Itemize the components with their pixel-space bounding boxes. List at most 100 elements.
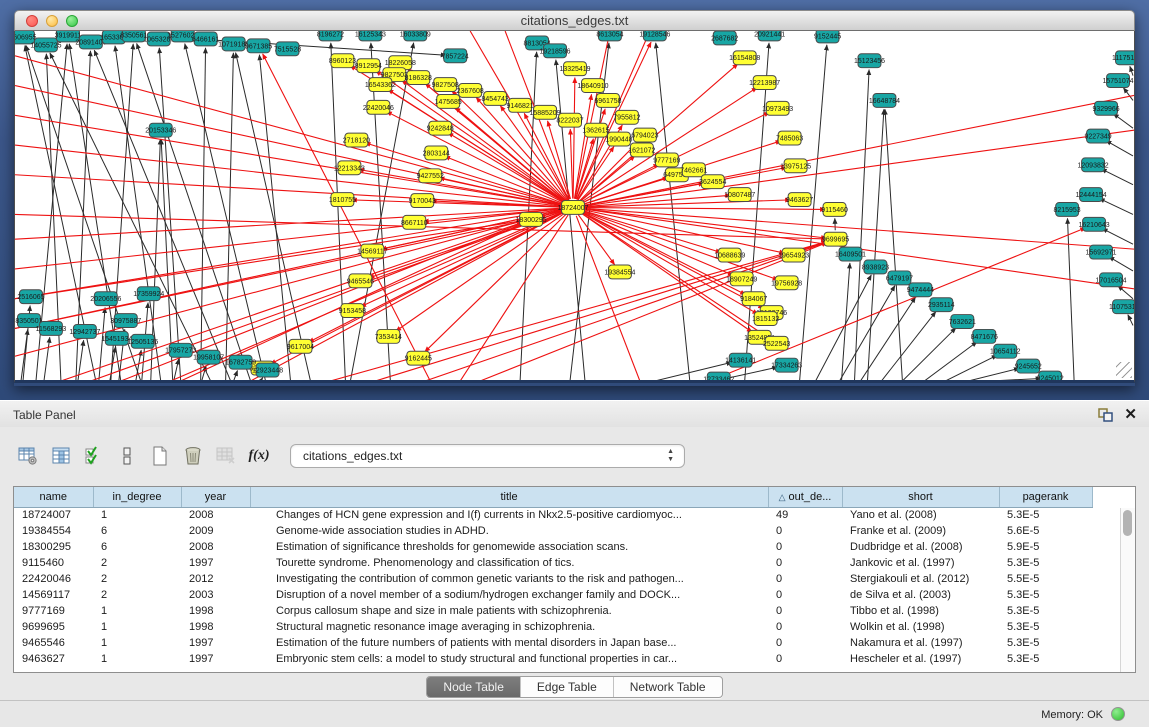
graph-node[interactable]: 6794023 [631, 128, 658, 142]
graph-node[interactable]: 2718120 [343, 133, 370, 147]
column-header-in_degree[interactable]: in_degree [93, 487, 181, 507]
graph-node[interactable]: 7955812 [613, 110, 640, 124]
citation-edge-black[interactable] [1106, 141, 1133, 156]
citation-edge-black[interactable] [201, 48, 206, 380]
citation-edge-black[interactable] [867, 109, 883, 380]
table-row[interactable]: 946362711997Embryonic stem cells: a mode… [14, 651, 1092, 667]
graph-node[interactable]: 14569117 [357, 244, 388, 258]
graph-node[interactable]: 8938923 [862, 260, 889, 274]
citation-edge-red[interactable] [582, 95, 1134, 205]
graph-node[interactable]: 10807487 [724, 188, 755, 202]
graph-node[interactable]: 10654112 [990, 344, 1021, 358]
graph-node[interactable]: 9245012 [1037, 371, 1064, 380]
graph-node[interactable]: 9463627 [786, 193, 813, 207]
graph-node[interactable]: 9617004 [287, 339, 314, 353]
table-row[interactable]: 1456911722003Disruption of a novel membe… [14, 587, 1092, 603]
graph-node[interactable]: 11075311 [1109, 300, 1134, 314]
citation-edge-red[interactable] [582, 208, 826, 210]
graph-node[interactable]: 7353414 [375, 329, 402, 343]
citation-edge-red[interactable] [582, 130, 1134, 206]
graph-node[interactable]: 16154808 [729, 51, 760, 65]
graph-node[interactable]: 3624554 [699, 175, 726, 189]
citation-edge-black[interactable] [185, 44, 266, 380]
citation-edge-red[interactable] [15, 208, 564, 239]
table-selector-dropdown[interactable]: citations_edges.txt ▲▼ [290, 444, 685, 468]
graph-node[interactable]: 13975125 [780, 159, 811, 173]
graph-node[interactable]: 8912954 [355, 59, 382, 73]
graph-node[interactable]: 7857224 [442, 49, 469, 63]
graph-node[interactable]: 19384554 [604, 265, 635, 279]
graph-node[interactable]: 6479197 [886, 271, 913, 285]
table-row[interactable]: 911546021997Tourette syndrome. Phenomeno… [14, 555, 1092, 571]
citation-edge-black[interactable] [174, 359, 179, 380]
graph-node[interactable]: 19958107 [193, 350, 224, 364]
citation-edge-black[interactable] [656, 43, 690, 380]
graph-node[interactable]: 15751074 [1103, 74, 1134, 88]
graph-node[interactable]: 8196272 [317, 31, 344, 41]
citation-edge-black[interactable] [902, 328, 956, 380]
graph-node[interactable]: 1990448 [605, 132, 632, 146]
graph-node[interactable]: 10688639 [714, 248, 745, 262]
delete-table-icon[interactable] [212, 442, 240, 470]
graph-node[interactable]: 16409501 [835, 247, 866, 261]
citation-edge-black[interactable] [1102, 228, 1133, 244]
graph-node[interactable]: 19218596 [540, 44, 571, 58]
graph-node[interactable]: 8613054 [596, 31, 623, 41]
graph-node[interactable]: 2687682 [711, 31, 738, 45]
show-columns-icon[interactable] [47, 442, 75, 470]
graph-node[interactable]: 17359924 [133, 287, 164, 301]
graph-node[interactable]: 2367608 [457, 84, 484, 98]
column-header-name[interactable]: name [14, 487, 93, 507]
graph-node[interactable]: 19654923 [778, 248, 809, 262]
graph-node[interactable]: 8222037 [556, 113, 583, 127]
graph-node[interactable]: 16210643 [1079, 217, 1110, 231]
graph-node[interactable]: 12444154 [1076, 188, 1107, 202]
table-row[interactable]: 1830029562008Estimation of significance … [14, 539, 1092, 555]
graph-node[interactable]: 9245652 [1015, 359, 1042, 373]
close-panel-icon[interactable]: ✕ [1124, 405, 1137, 423]
column-header-title[interactable]: title [250, 487, 768, 507]
graph-node[interactable]: 15692971 [1086, 245, 1117, 259]
table-row[interactable]: 1872400712008Changes of HCN gene express… [14, 507, 1092, 523]
tab-node-table[interactable]: Node Table [427, 677, 521, 697]
graph-node[interactable]: 9465546 [347, 274, 374, 288]
graph-node[interactable]: 11568293 [36, 322, 67, 336]
citation-edge-red[interactable] [582, 208, 1134, 249]
graph-node[interactable]: 15123456 [854, 54, 885, 68]
column-header-pagerank[interactable]: pagerank [999, 487, 1092, 507]
graph-node[interactable]: 16648784 [869, 93, 900, 107]
select-columns-icon[interactable] [80, 442, 108, 470]
graph-node[interactable]: 8186328 [405, 71, 432, 85]
citation-edge-black[interactable] [1123, 88, 1133, 101]
citation-edge-red[interactable] [582, 200, 791, 207]
citation-edge-black[interactable] [261, 378, 263, 380]
graph-node[interactable]: 18907249 [726, 272, 757, 286]
citation-edge-black[interactable] [968, 368, 1019, 380]
graph-node[interactable]: 9152445 [814, 31, 841, 43]
resize-grip[interactable] [1116, 362, 1132, 378]
graph-node[interactable]: 8454743 [482, 91, 509, 105]
graph-node[interactable]: 17334263 [771, 358, 802, 372]
network-canvas[interactable]: 1872400789601238912954182260589827503165… [14, 31, 1135, 383]
graph-node[interactable]: 2522543 [763, 336, 790, 350]
graph-node[interactable]: 2516065 [17, 290, 44, 304]
citation-edge-black[interactable] [234, 371, 238, 380]
minimize-window-button[interactable] [46, 15, 58, 27]
graph-node[interactable]: 9227349 [1084, 129, 1111, 143]
graph-node[interactable]: 9153458 [339, 304, 366, 318]
graph-node[interactable]: 8667110 [401, 215, 428, 229]
graph-node[interactable]: 9427552 [417, 169, 444, 183]
graph-node[interactable]: 8960123 [329, 54, 356, 68]
graph-node[interactable]: 20153346 [145, 123, 176, 137]
graph-node[interactable]: 1362615 [582, 123, 609, 137]
graph-node[interactable]: 7485063 [776, 131, 803, 145]
graph-node[interactable]: 22420046 [363, 100, 394, 114]
column-header-out_de[interactable]: △out_de... [768, 487, 842, 507]
graph-node[interactable]: 9170043 [409, 194, 436, 208]
graph-node[interactable]: 16125343 [355, 31, 386, 41]
function-builder-icon[interactable]: f(x) [245, 442, 273, 470]
tab-network-table[interactable]: Network Table [614, 677, 722, 697]
graph-node[interactable]: 9474444 [907, 283, 934, 297]
graph-node[interactable]: 12213343 [334, 161, 365, 175]
citation-edge-black[interactable] [1128, 315, 1133, 326]
